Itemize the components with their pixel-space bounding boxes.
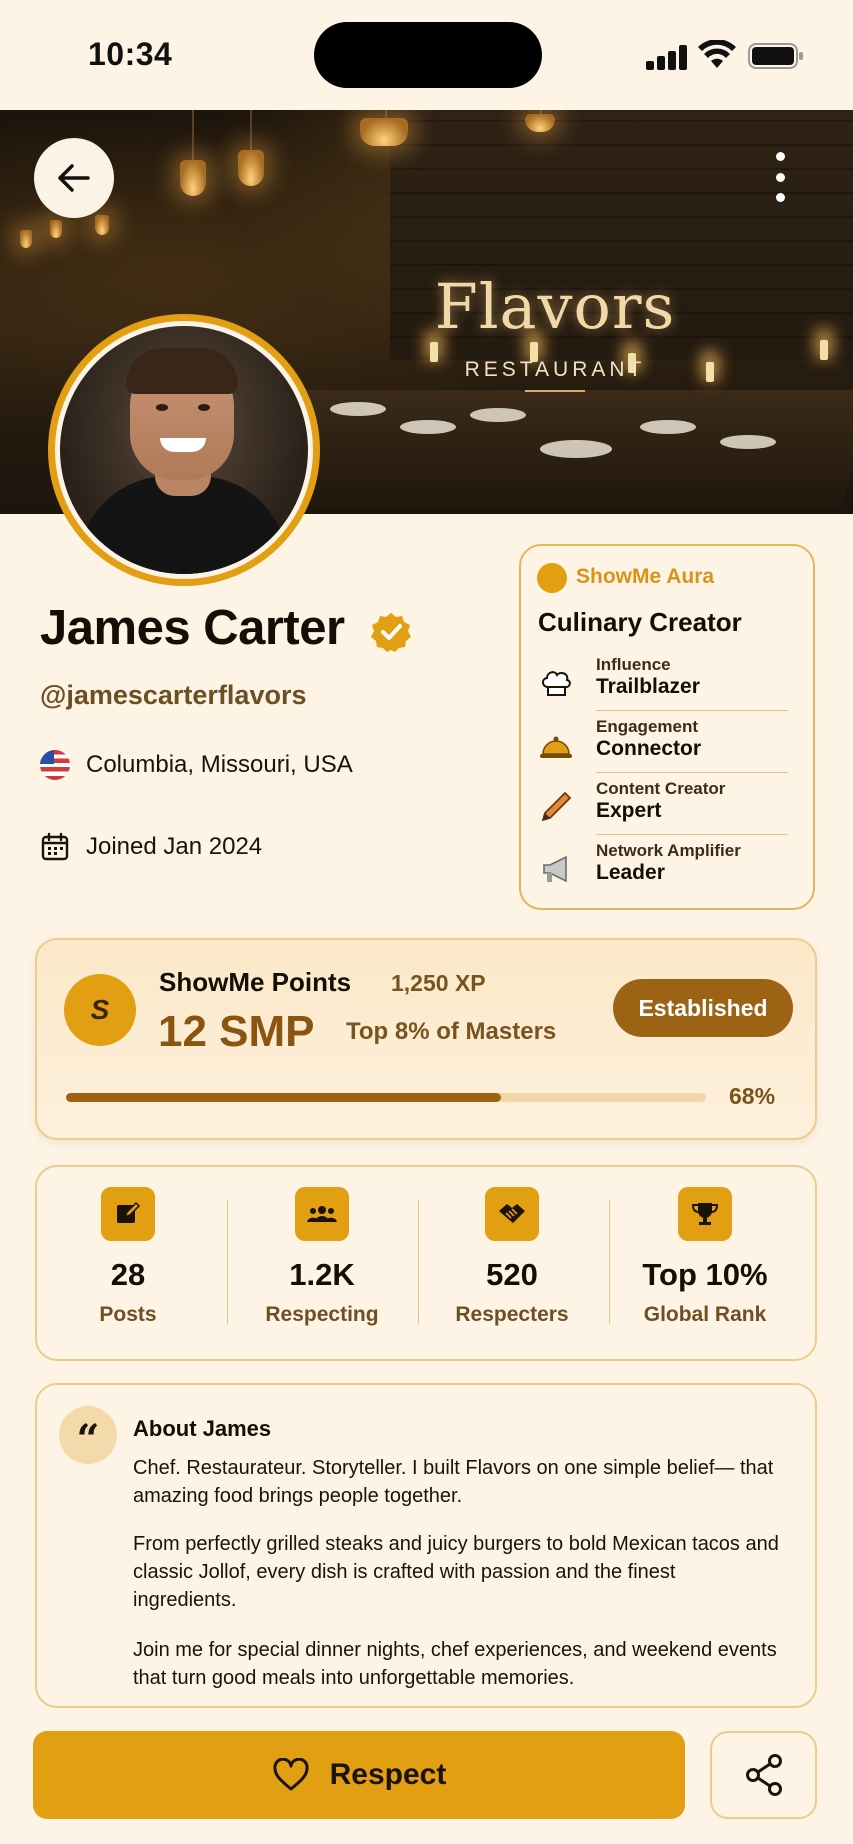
- stat-value: 1.2K: [289, 1257, 355, 1292]
- dynamic-island: [314, 22, 542, 88]
- megaphone-icon: [543, 855, 567, 883]
- points-coin-icon: S: [64, 974, 136, 1046]
- aura-item-value: Connector: [596, 737, 701, 760]
- chef-hat-icon: [542, 671, 571, 696]
- aura-item-label: Engagement: [596, 717, 699, 736]
- location-text: Columbia, Missouri, USA: [86, 751, 353, 778]
- arrow-left-icon: [58, 164, 90, 192]
- wifi-icon: [698, 40, 736, 68]
- about-paragraph: From perfectly grilled steaks and juicy …: [133, 1533, 779, 1611]
- aura-dot-icon: [537, 563, 567, 593]
- back-button[interactable]: [34, 138, 114, 218]
- points-progress-label: 68%: [729, 1083, 776, 1109]
- share-button[interactable]: [710, 1731, 817, 1819]
- cellular-signal-icon: [646, 44, 688, 70]
- status-badge[interactable]: Established: [613, 979, 793, 1037]
- status-bar: 10:34: [0, 0, 853, 110]
- trophy-icon: [678, 1187, 732, 1241]
- stat-label: Posts: [99, 1303, 157, 1326]
- stat-value: 28: [110, 1257, 146, 1292]
- sign-ornament: [525, 390, 585, 392]
- points-rank: Top 8% of Masters: [346, 1018, 557, 1045]
- restaurant-sign-subtitle: RESTAURANT: [464, 358, 646, 381]
- respect-button-label: Respect: [329, 1758, 447, 1791]
- avatar[interactable]: [48, 314, 320, 586]
- profile-handle[interactable]: @jamescarterflavors: [40, 680, 306, 711]
- stat-value: 520: [486, 1257, 538, 1292]
- pencil-icon: [541, 791, 572, 822]
- aura-item-content-creator: Content Creator Expert: [538, 779, 788, 839]
- respect-button[interactable]: Respect: [33, 1731, 685, 1819]
- share-icon: [745, 1754, 782, 1796]
- heart-icon: [273, 1758, 309, 1791]
- edit-icon: [101, 1187, 155, 1241]
- quote-icon: “: [59, 1406, 117, 1464]
- battery-icon: [748, 43, 803, 69]
- avatar-photo: [60, 326, 308, 574]
- points-title: ShowMe Points: [159, 967, 352, 997]
- aura-item-label: Influence: [596, 655, 671, 674]
- group-icon: [295, 1187, 349, 1241]
- points-xp: 1,250 XP: [391, 970, 486, 996]
- stat-value: Top 10%: [642, 1257, 768, 1292]
- restaurant-sign-title: Flavors: [434, 270, 676, 343]
- profile-name: James Carter: [40, 601, 345, 655]
- stat-respecters[interactable]: 520 Respecters: [417, 1187, 607, 1347]
- aura-item-value: Leader: [596, 861, 665, 884]
- stat-respecting[interactable]: 1.2K Respecting: [227, 1187, 417, 1347]
- us-flag-icon: [40, 750, 70, 780]
- aura-item-value: Expert: [596, 799, 662, 822]
- aura-item-network-amplifier: Network Amplifier Leader: [538, 841, 788, 901]
- handshake-icon: [485, 1187, 539, 1241]
- aura-item-influence: Influence Trailblazer: [538, 655, 788, 715]
- more-options-button[interactable]: [766, 152, 794, 202]
- points-progress-fill: [66, 1093, 502, 1102]
- more-vertical-icon: [775, 152, 785, 161]
- stat-global-rank[interactable]: Top 10% Global Rank: [610, 1187, 800, 1347]
- aura-item-engagement: Engagement Connector: [538, 717, 788, 777]
- joined-text: Joined Jan 2024: [86, 833, 263, 860]
- verified-badge-icon: [371, 613, 411, 652]
- cloche-icon: [540, 736, 572, 758]
- aura-item-value: Trailblazer: [596, 675, 700, 698]
- aura-title: ShowMe Aura: [576, 565, 715, 588]
- calendar-icon: [41, 832, 69, 861]
- points-amount: 12 SMP: [158, 1007, 315, 1056]
- points-progress-bar: [66, 1093, 706, 1102]
- stat-label: Respecters: [455, 1303, 569, 1326]
- stat-posts[interactable]: 28 Posts: [33, 1187, 223, 1347]
- aura-item-label: Content Creator: [596, 779, 726, 798]
- about-title: About James: [133, 1416, 272, 1441]
- location-row: Columbia, Missouri, USA: [40, 750, 353, 780]
- about-paragraph: Join me for special dinner nights, chef …: [133, 1639, 777, 1689]
- about-paragraph: Chef. Restaurateur. Storyteller. I built…: [133, 1457, 774, 1507]
- joined-row: Joined Jan 2024: [40, 832, 262, 862]
- aura-item-label: Network Amplifier: [596, 841, 741, 860]
- aura-role: Culinary Creator: [538, 607, 742, 637]
- stat-label: Global Rank: [643, 1303, 767, 1326]
- status-time: 10:34: [88, 36, 173, 72]
- stat-label: Respecting: [265, 1303, 379, 1326]
